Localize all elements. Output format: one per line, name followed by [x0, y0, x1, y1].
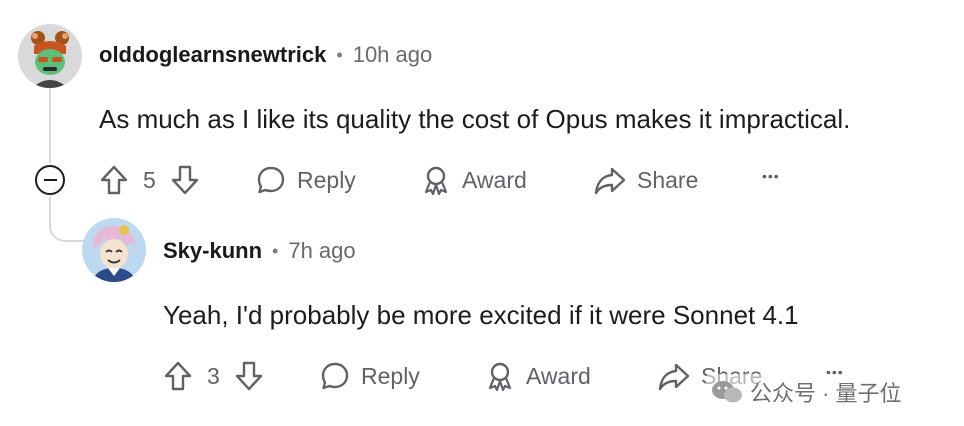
share-arrow-icon: [593, 164, 627, 196]
wechat-icon: [710, 378, 744, 406]
reply-label: Reply: [297, 166, 356, 193]
award-icon: [420, 164, 452, 196]
award-button[interactable]: Award: [484, 360, 591, 392]
username[interactable]: olddoglearnsnewtrick: [99, 42, 326, 68]
avatar[interactable]: [18, 24, 82, 88]
timestamp[interactable]: 10h ago: [353, 42, 433, 68]
avatar[interactable]: [82, 218, 146, 282]
upvote-icon[interactable]: [99, 164, 129, 196]
more-options-button[interactable]: •••: [762, 168, 780, 184]
comment-bubble-icon: [319, 360, 351, 392]
downvote-icon[interactable]: [170, 164, 200, 196]
comment-header: olddoglearnsnewtrick • 10h ago: [99, 42, 432, 68]
award-label: Award: [526, 362, 591, 389]
vote-group: 5: [99, 164, 200, 196]
vote-group: 3: [163, 360, 264, 392]
watermark-label: 公众号 · 量子位: [750, 381, 902, 406]
share-arrow-icon: [657, 360, 691, 392]
reply-label: Reply: [361, 362, 420, 389]
watermark: 公众号 · 量子位: [706, 374, 906, 410]
comment-text: Yeah, I'd probably be more excited if it…: [163, 300, 799, 330]
comment-text: As much as I like its quality the cost o…: [99, 104, 851, 134]
downvote-icon[interactable]: [234, 360, 264, 392]
reply-button[interactable]: Reply: [255, 164, 356, 196]
award-button[interactable]: Award: [420, 164, 527, 196]
upvote-icon[interactable]: [163, 360, 193, 392]
minus-icon: [43, 179, 57, 181]
share-button[interactable]: Share: [593, 164, 698, 196]
reply-button[interactable]: Reply: [319, 360, 420, 392]
award-label: Award: [462, 166, 527, 193]
separator-dot: •: [272, 240, 279, 261]
vote-count: 3: [207, 362, 220, 389]
comment-bubble-icon: [255, 164, 287, 196]
thread-connector: [49, 196, 89, 242]
share-label: Share: [637, 166, 699, 193]
comment-header: Sky-kunn • 7h ago: [163, 238, 356, 264]
collapse-thread-button[interactable]: [35, 165, 65, 195]
avatar-image-icon: [18, 24, 82, 88]
award-icon: [484, 360, 516, 392]
username[interactable]: Sky-kunn: [163, 238, 262, 264]
thread-line: [49, 88, 51, 164]
timestamp[interactable]: 7h ago: [288, 238, 355, 264]
separator-dot: •: [336, 44, 343, 65]
vote-count: 5: [143, 166, 156, 193]
avatar-image-icon: [82, 218, 146, 282]
